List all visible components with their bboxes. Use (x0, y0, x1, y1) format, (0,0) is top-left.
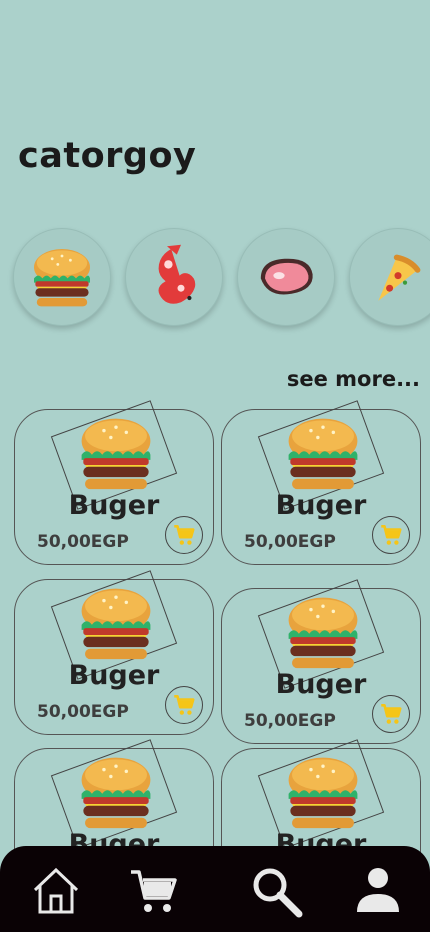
profile-icon (357, 868, 399, 912)
burger-image (73, 580, 159, 666)
product-card[interactable]: Buger 50,00EGP (14, 570, 214, 735)
product-price: 50,00EGP (37, 702, 129, 722)
product-card[interactable]: Buger 50,00EGP (14, 400, 214, 565)
burger-image (280, 410, 366, 496)
product-grid: Buger 50,00EGP Buger 50,00EGP Buger 50,0… (0, 0, 430, 932)
cart-icon (131, 870, 177, 912)
home-icon (33, 867, 79, 914)
nav-profile-button[interactable] (349, 864, 407, 918)
add-to-cart-button[interactable] (372, 695, 410, 733)
product-price: 50,00EGP (37, 532, 129, 552)
nav-home-button[interactable] (27, 864, 85, 918)
burger-image (73, 410, 159, 496)
cart-icon (171, 692, 197, 718)
cart-icon (378, 522, 404, 548)
product-price: 50,00EGP (244, 532, 336, 552)
cart-icon (378, 701, 404, 727)
product-price: 50,00EGP (244, 711, 336, 731)
burger-image (280, 749, 366, 835)
add-to-cart-button[interactable] (372, 516, 410, 554)
search-icon (253, 868, 303, 918)
nav-search-button[interactable] (247, 864, 305, 918)
product-card[interactable]: Buger 50,00EGP (221, 400, 421, 565)
product-card[interactable]: Buger 50,00EGP (221, 579, 421, 744)
burger-image (280, 589, 366, 675)
add-to-cart-button[interactable] (165, 516, 203, 554)
bottom-navigation (0, 846, 430, 932)
cart-icon (171, 522, 197, 548)
add-to-cart-button[interactable] (165, 686, 203, 724)
burger-image (73, 749, 159, 835)
nav-cart-button[interactable] (125, 864, 183, 918)
